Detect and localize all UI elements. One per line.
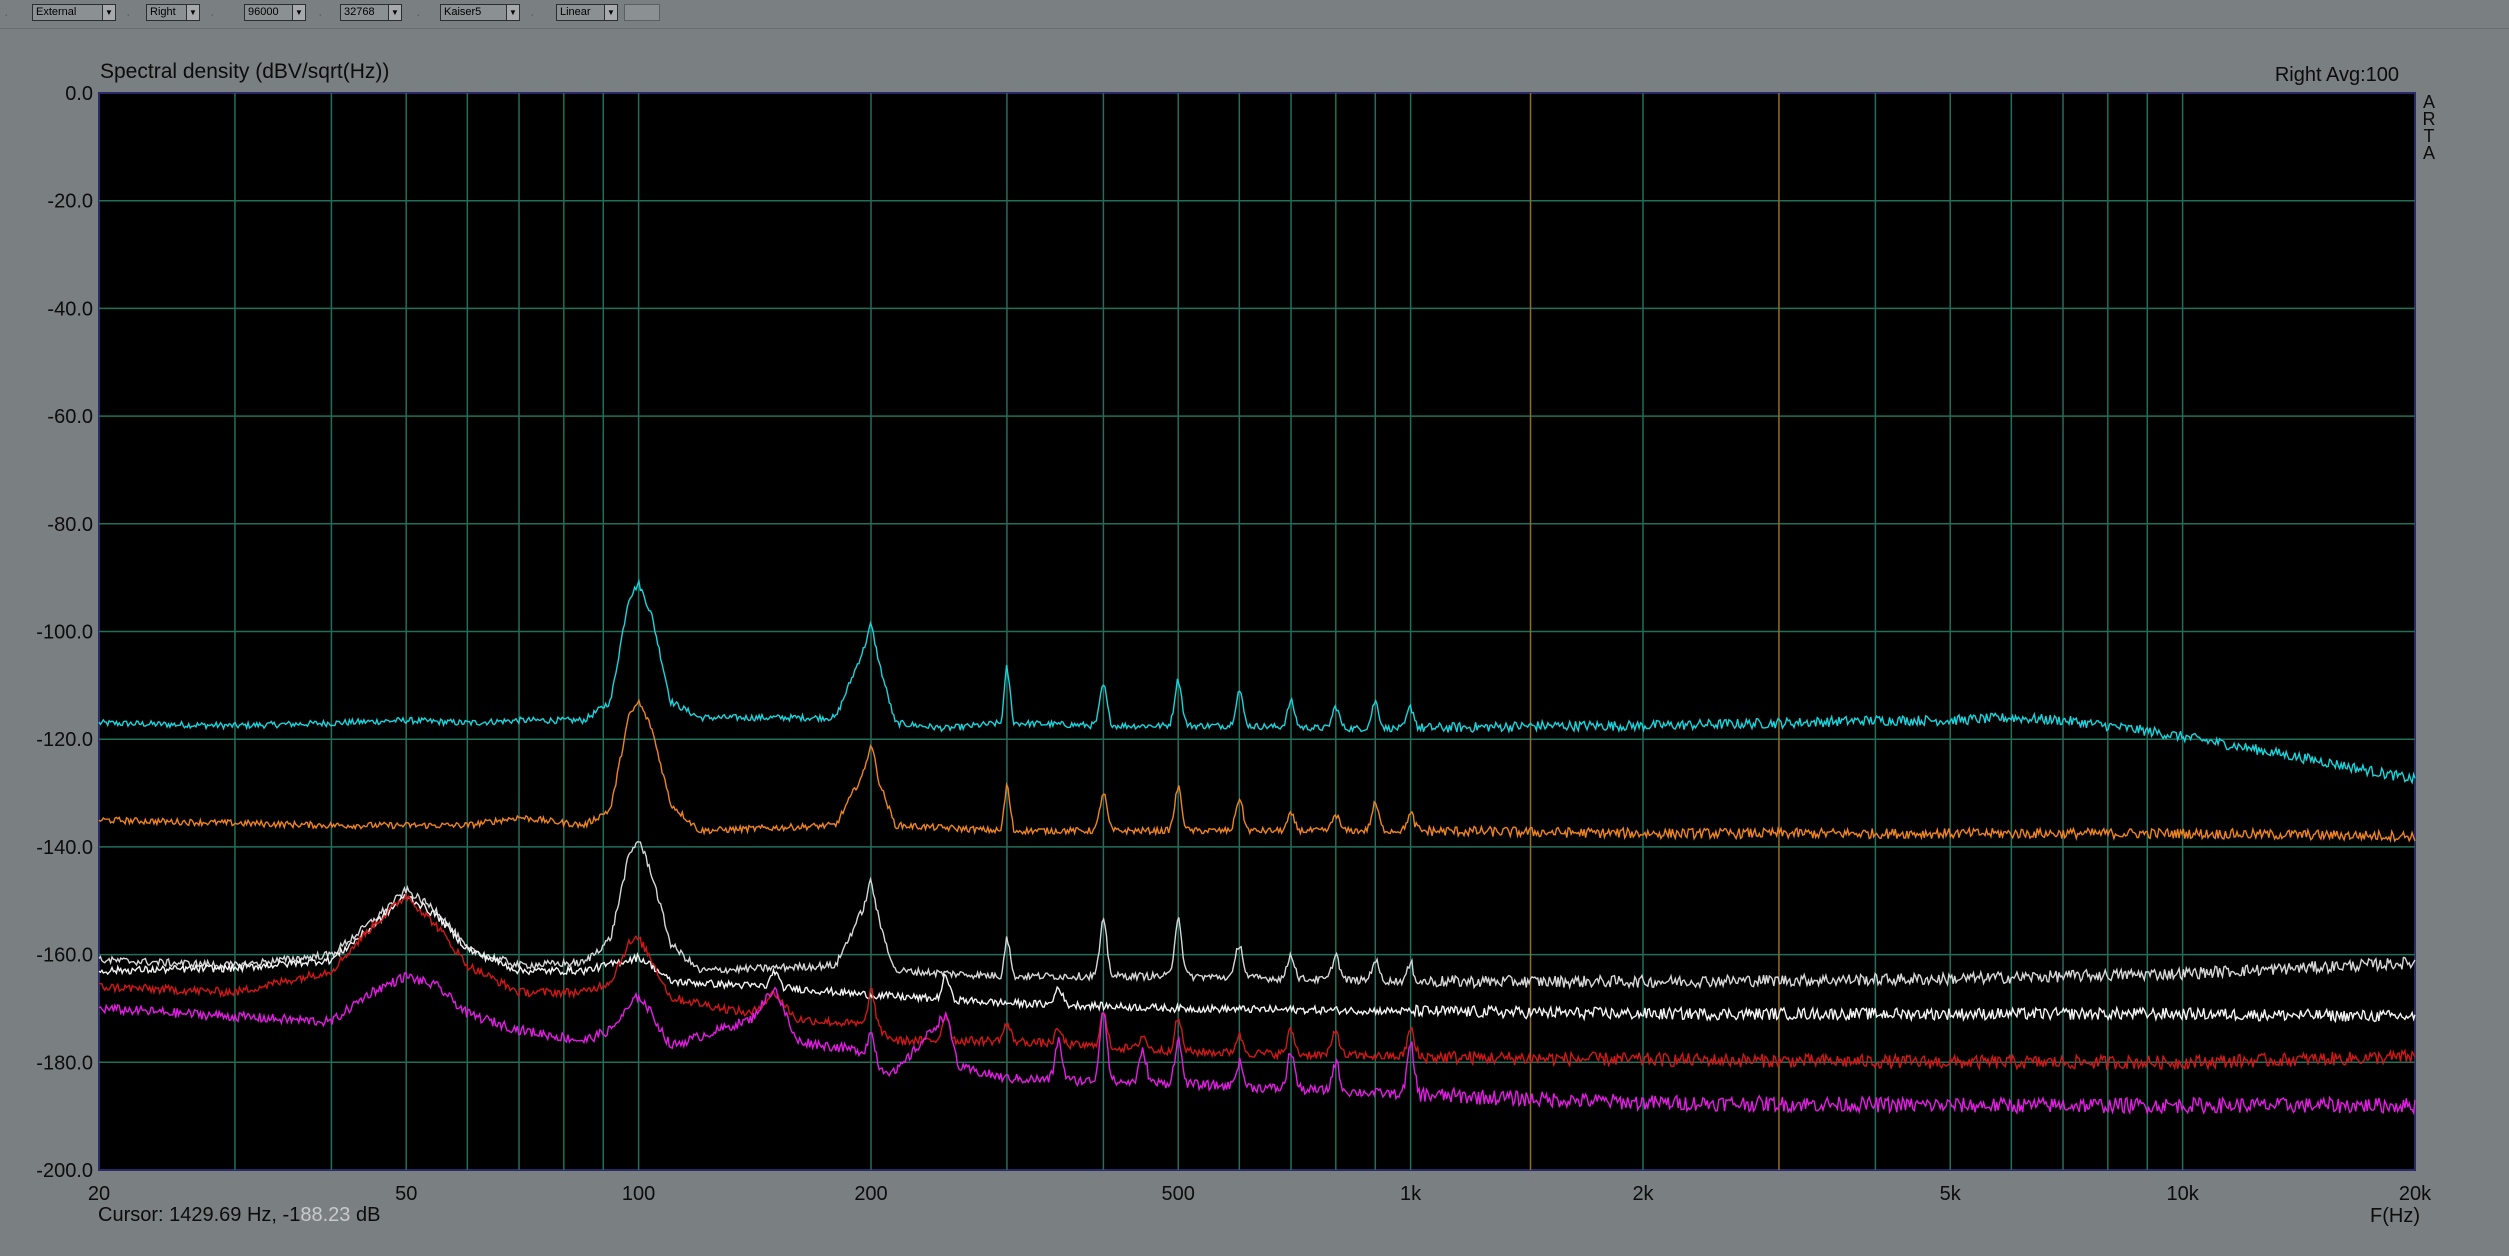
y-tick-label: -120.0: [36, 729, 93, 751]
x-axis-label: F(Hz): [2370, 1205, 2420, 1227]
y-tick-label: -180.0: [36, 1052, 93, 1074]
y-tick-label: -80.0: [47, 514, 93, 536]
y-axis-ticks: 0.0 -20.0 -40.0 -60.0 -80.0 -100.0 -120.0 -140.…: [36, 83, 93, 1182]
y-tick-label: -140.0: [36, 837, 93, 859]
logo-letter: A: [2422, 143, 2435, 163]
x-axis-ticks: 20 50 100 200 500 1k 2k 5k 10k 20kF(Hz): [88, 1183, 2432, 1227]
x-tick-label: 10k: [2166, 1183, 2199, 1205]
y-tick-label: -40.0: [47, 298, 93, 320]
x-tick-label: 50: [395, 1183, 417, 1205]
y-tick-label: -200.0: [36, 1160, 93, 1182]
x-tick-label: 20k: [2399, 1183, 2432, 1205]
plot-title: Spectral density (dBV/sqrt(Hz)): [100, 60, 390, 83]
x-tick-label: 200: [854, 1183, 887, 1205]
x-tick-label: 2k: [1632, 1183, 1654, 1205]
y-tick-label: 0.0: [65, 83, 93, 105]
channel-average-label: Right Avg:100: [2274, 64, 2399, 86]
x-tick-label: 20: [88, 1183, 110, 1205]
y-tick-label: -160.0: [36, 945, 93, 967]
cursor-masked-digits: 88.23: [300, 1204, 351, 1226]
y-tick-label: -100.0: [36, 622, 93, 644]
x-tick-label: 1k: [1400, 1183, 1422, 1205]
spectrum-chart[interactable]: 0.0 -20.0 -40.0 -60.0 -80.0 -100.0 -120.0 -140.…: [0, 0, 2509, 1256]
x-tick-label: 100: [622, 1183, 655, 1205]
y-tick-label: -60.0: [47, 406, 93, 428]
cursor-text: Cursor: 1429.69 Hz, -1: [98, 1204, 301, 1226]
y-tick-label: -20.0: [47, 191, 93, 213]
cursor-readout: Cursor: 1429.69 Hz, -188.23 dB: [98, 1204, 380, 1227]
cursor-unit: dB: [350, 1204, 381, 1226]
arta-logo: A R T A: [2419, 93, 2439, 163]
x-tick-label: 500: [1162, 1183, 1195, 1205]
x-tick-label: 5k: [1940, 1183, 1962, 1205]
